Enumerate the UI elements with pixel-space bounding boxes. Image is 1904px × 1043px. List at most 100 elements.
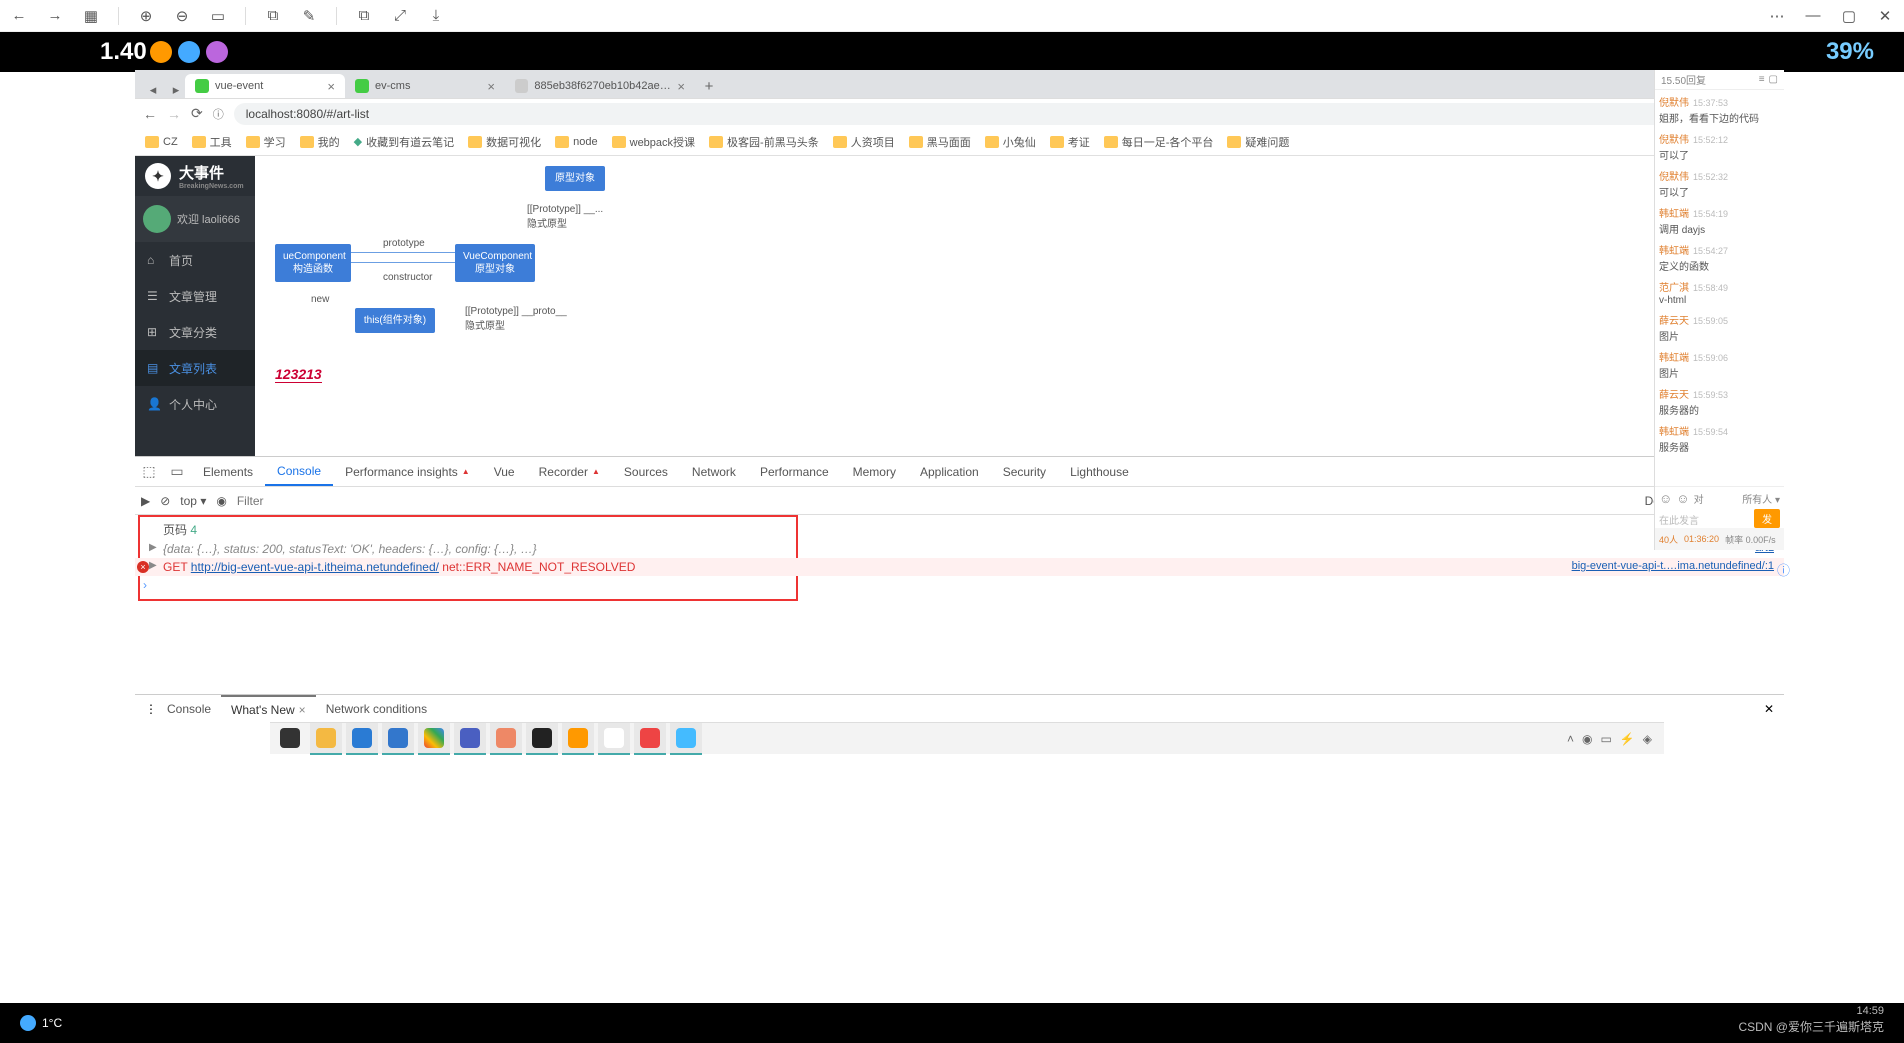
drawer-menu-icon[interactable]: ⋮ [145,702,157,716]
chat-target-dropdown[interactable]: 所有人 ▾ [1742,491,1780,506]
bookmark-item[interactable]: webpack授课 [612,134,695,150]
bookmark-item[interactable]: 我的 [300,134,340,150]
console-error-line[interactable]: × ▶ GET http://big-event-vue-api-t.ithei… [135,558,1784,576]
user-row[interactable]: 欢迎 laoli666 [135,196,255,242]
taskbar-app1[interactable] [490,723,522,755]
emoji-icon[interactable]: ☺ [1676,491,1689,506]
devtools-tab-lighthouse[interactable]: Lighthouse [1058,457,1141,486]
more-icon[interactable]: ⋯ [1768,7,1786,25]
drawer-tab-console[interactable]: Console [157,695,221,722]
error-url-link[interactable]: http://big-event-vue-api-t.itheima.netun… [191,560,439,574]
eye-icon[interactable]: ◉ [216,494,226,508]
bookmark-item[interactable]: 疑难问题 [1227,134,1289,150]
close-icon[interactable]: × [299,703,306,717]
taskbar-terminal[interactable] [526,723,558,755]
bookmark-item[interactable]: ◆收藏到有道云笔记 [354,134,454,150]
inspect-icon[interactable]: ⬚ [135,463,163,480]
devtools-tab-console[interactable]: Console [265,457,333,486]
drawer-tab-whatsnew[interactable]: What's New × [221,695,316,722]
tab-close-icon[interactable]: × [327,79,335,94]
devtools-tab-application[interactable]: Application [908,457,991,486]
taskbar-explorer[interactable] [310,723,342,755]
bookmark-item[interactable]: 小兔仙 [985,134,1036,150]
devtools-tab-recorder[interactable]: Recorder▲ [527,457,612,486]
bookmark-item[interactable]: 人资项目 [833,134,895,150]
info-icon[interactable]: ⓘ [213,106,224,122]
bookmark-item[interactable]: 考证 [1050,134,1090,150]
zoom-in-icon[interactable]: ⊕ [137,7,155,25]
tab-close-icon[interactable]: × [487,79,495,94]
taskbar-chrome[interactable] [418,723,450,755]
console-prompt[interactable]: › [135,576,1784,580]
taskbar-vscode[interactable] [346,723,378,755]
taskbar-orange[interactable] [562,723,594,755]
weather[interactable]: 1°C [20,1015,62,1031]
grid-icon[interactable]: ▦ [82,7,100,25]
bookmark-item[interactable]: 黑马面面 [909,134,971,150]
console-line[interactable]: ▶ {data: {…}, status: 200, statusText: '… [135,540,1784,558]
taskbar-edge[interactable] [382,723,414,755]
reload-icon[interactable]: ⟳ [191,105,203,122]
devtools-tab-memory[interactable]: Memory [841,457,908,486]
play-icon[interactable]: ▶ [141,494,150,508]
tab-hash[interactable]: 885eb38f6270eb10b42aedad × [505,74,695,98]
send-button[interactable]: 发 [1754,509,1780,528]
bookmark-item[interactable]: 工具 [192,134,232,150]
device-icon[interactable]: ▭ [163,463,191,480]
taskbar-cloud[interactable] [670,723,702,755]
clear-icon[interactable]: ⊘ [160,494,170,508]
sidebar-item-home[interactable]: ⌂首页 [135,242,255,278]
zoom-out-icon[interactable]: ⊖ [173,7,191,25]
devtools-tab-performance[interactable]: Performance [748,457,841,486]
bookmark-item[interactable]: CZ [145,136,178,148]
url-input[interactable] [234,103,1708,125]
context-dropdown[interactable]: top ▾ [180,494,206,508]
chat-messages[interactable]: 倪默伟15:37:53姐那，看看下边的代码倪默伟15:52:12可以了倪默伟15… [1655,90,1784,486]
tab-back-icon[interactable]: ◂ [139,82,167,98]
emoji-icon[interactable]: ☺ [1659,491,1672,506]
bookmark-item[interactable]: 极客园-前黑马头条 [709,134,819,150]
sidebar-item-user[interactable]: 👤个人中心 [135,386,255,422]
bookmark-item[interactable]: 学习 [246,134,286,150]
filter-input[interactable] [237,494,1635,508]
bookmark-item[interactable]: 数据可视化 [468,134,541,150]
nav-fwd-icon[interactable]: → [167,106,181,122]
menu-icon[interactable]: ≡ [1759,74,1765,85]
taskbar-red[interactable] [634,723,666,755]
taskbar-teams[interactable] [454,723,486,755]
close-icon[interactable]: ✕ [1876,7,1894,25]
minimize-icon[interactable]: — [1804,7,1822,25]
new-tab-button[interactable]: + [695,74,723,98]
bookmark-item[interactable]: 每日一足-各个平台 [1104,134,1214,150]
sidebar-item-list[interactable]: ▤文章列表 [135,350,255,386]
drawer-close-icon[interactable]: ✕ [1764,702,1774,716]
fit-icon[interactable]: ▭ [209,7,227,25]
taskbar-start[interactable] [274,723,306,755]
nav-back-icon[interactable]: ← [143,106,157,122]
fullscreen-icon[interactable]: ⤢ [391,7,409,25]
devtools-tab-elements[interactable]: Elements [191,457,265,486]
drawer-tab-network-conditions[interactable]: Network conditions [316,695,437,722]
bookmark-item[interactable]: node [555,136,597,148]
sidebar-item-doc[interactable]: ☰文章管理 [135,278,255,314]
maximize-icon[interactable]: ▢ [1840,7,1858,25]
expand-icon[interactable]: ▢ [1769,74,1778,85]
source-link[interactable]: big-event-vue-api-t.…ima.netundefined/:1 [1572,560,1774,572]
sidebar-item-cat[interactable]: ⊞文章分类 [135,314,255,350]
edit-icon[interactable]: ✎ [300,7,318,25]
devtools-tab-performance-insights[interactable]: Performance insights▲ [333,457,482,486]
tab-close-icon[interactable]: × [677,79,685,94]
devtools-tab-security[interactable]: Security [991,457,1058,486]
link-icon[interactable]: ⧉ [355,7,373,25]
taskbar-typora[interactable] [598,723,630,755]
copy-icon[interactable]: ⧉ [264,7,282,25]
tab-fwd-icon[interactable]: ▸ [167,82,185,98]
download-icon[interactable]: ⤓ [427,7,445,25]
tab-vue-event[interactable]: vue-event × [185,74,345,98]
devtools-tab-network[interactable]: Network [680,457,748,486]
devtools-tab-sources[interactable]: Sources [612,457,680,486]
back-icon[interactable]: ← [10,7,28,25]
devtools-tab-vue[interactable]: Vue [482,457,527,486]
system-tray[interactable]: ˄◉▭⚡◈ [1567,732,1660,746]
tab-ev-cms[interactable]: ev-cms × [345,74,505,98]
